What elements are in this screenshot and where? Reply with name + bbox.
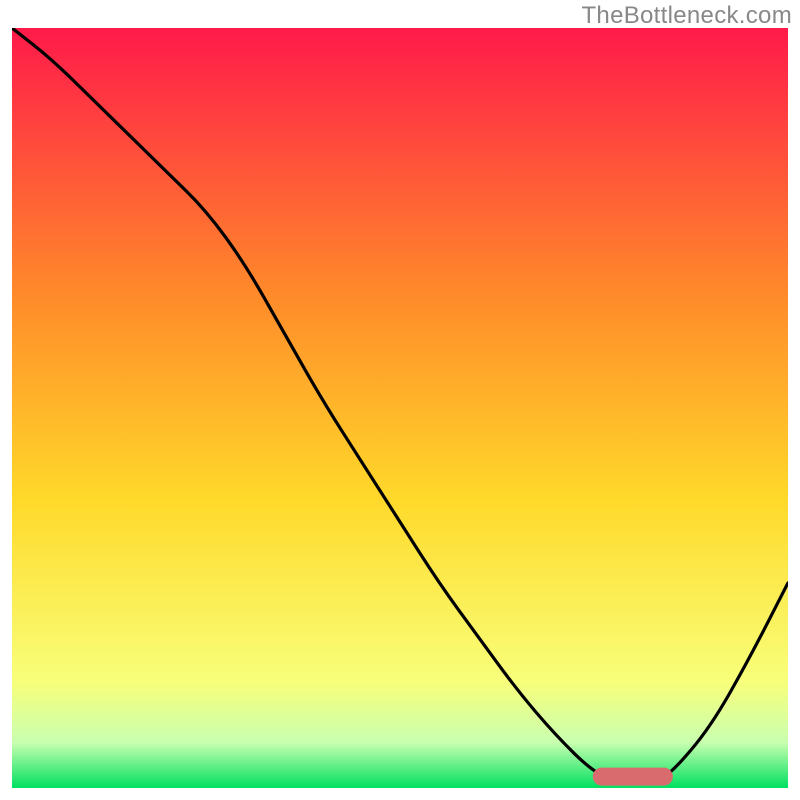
gradient-bg [12, 28, 788, 788]
plot-area [12, 28, 788, 788]
chart-svg [12, 28, 788, 788]
watermark-text: TheBottleneck.com [581, 2, 792, 30]
bottleneck-chart: TheBottleneck.com [0, 0, 800, 800]
